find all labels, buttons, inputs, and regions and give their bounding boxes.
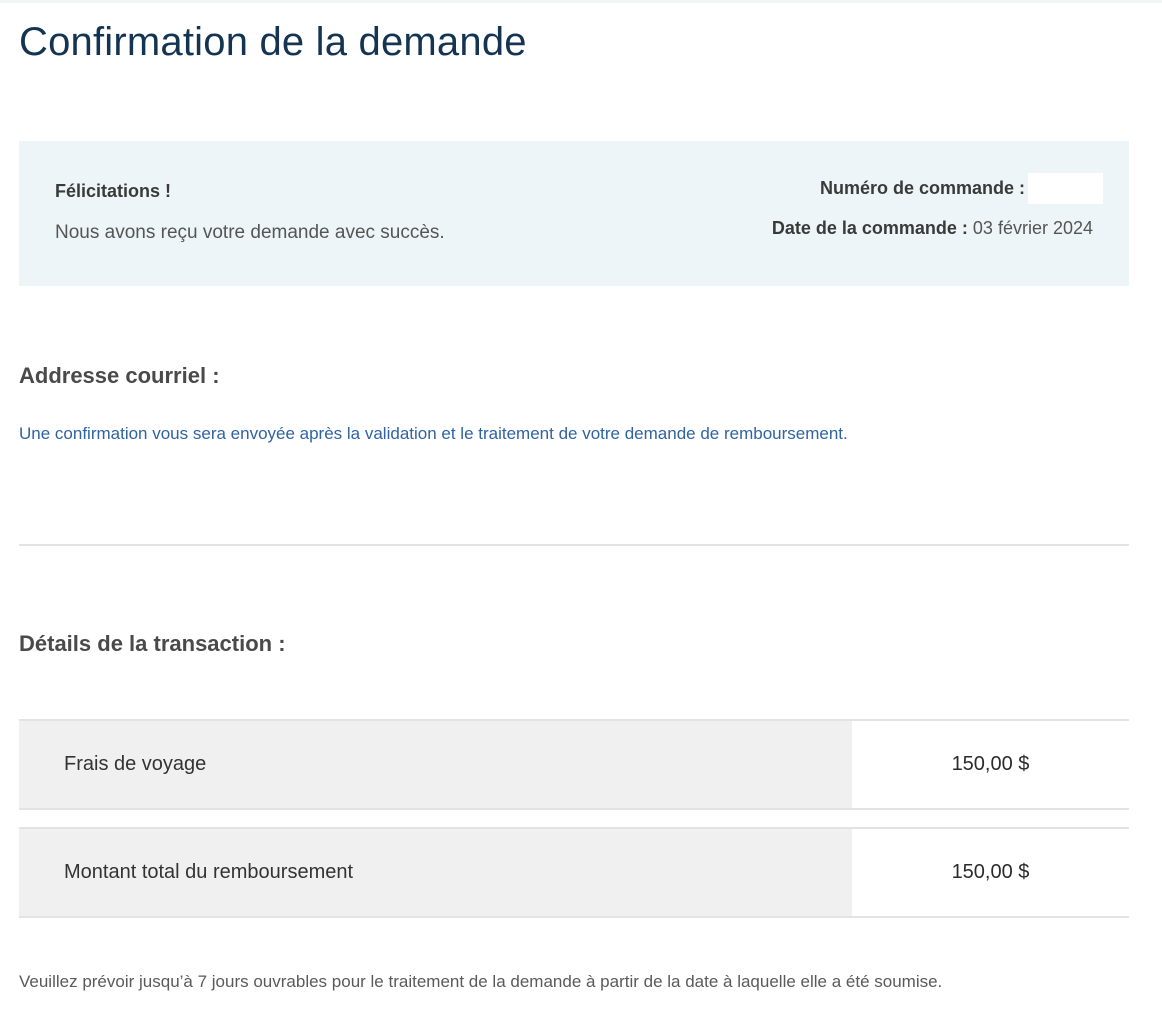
order-info: Numéro de commande : Date de la commande… xyxy=(772,173,1103,239)
page-title: Confirmation de la demande xyxy=(19,20,527,64)
transaction-row-label: Montant total du remboursement xyxy=(19,829,852,916)
processing-time-note: Veuillez prévoir jusqu’à 7 jours ouvrabl… xyxy=(19,972,943,991)
email-section-title: Addresse courriel : xyxy=(19,363,220,388)
order-number-row: Numéro de commande : xyxy=(772,173,1103,204)
section-divider xyxy=(19,544,1129,546)
transaction-row-travel-expenses: Frais de voyage 150,00 $ xyxy=(19,719,1129,810)
order-date-value: 03 février 2024 xyxy=(972,218,1093,238)
transaction-details-title: Détails de la transaction : xyxy=(19,631,286,656)
congrats-heading: Félicitations ! xyxy=(55,181,172,201)
received-message: Nous avons reçu votre demande avec succè… xyxy=(55,222,445,243)
email-confirmation-note: Une confirmation vous sera envoyée après… xyxy=(19,424,848,443)
confirmation-panel: Félicitations ! Nous avons reçu votre de… xyxy=(19,141,1129,286)
transaction-row-total-refund: Montant total du remboursement 150,00 $ xyxy=(19,827,1129,918)
order-date-row: Date de la commande : 03 février 2024 xyxy=(772,218,1093,239)
transaction-row-label: Frais de voyage xyxy=(19,721,852,808)
order-number-value xyxy=(1028,173,1103,204)
confirmation-message: Félicitations ! Nous avons reçu votre de… xyxy=(55,181,445,244)
order-number-label: Numéro de commande : xyxy=(819,178,1025,198)
top-border xyxy=(0,0,1162,3)
order-date-label: Date de la commande : xyxy=(771,218,968,238)
transaction-row-amount: 150,00 $ xyxy=(852,721,1129,808)
transaction-row-amount: 150,00 $ xyxy=(852,829,1129,916)
